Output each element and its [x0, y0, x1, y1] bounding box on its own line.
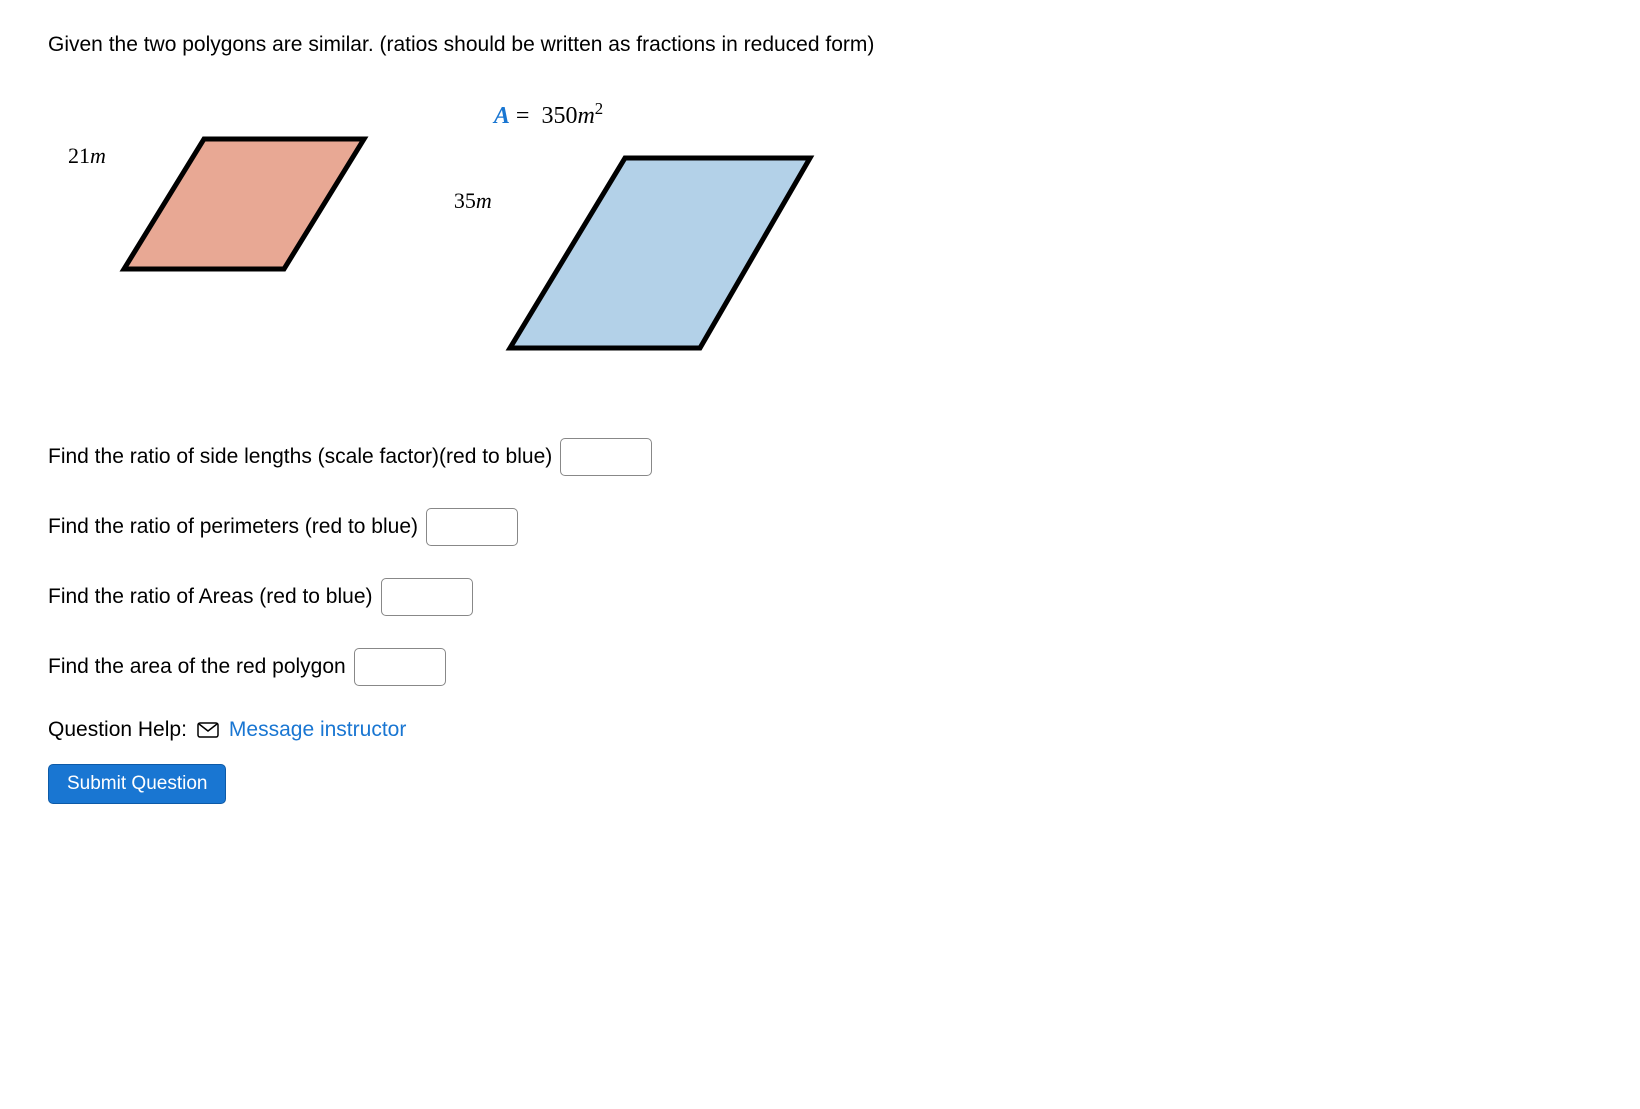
blue-side-label: 35m — [454, 148, 500, 214]
message-instructor-link[interactable]: Message instructor — [229, 718, 406, 742]
help-label: Question Help: — [48, 718, 187, 742]
scale-factor-input[interactable] — [560, 438, 652, 476]
mail-icon — [197, 722, 219, 738]
polygons-figure: 21m A = 350m2 35m — [48, 99, 1592, 358]
blue-polygon-group: A = 350m2 35m — [414, 99, 820, 358]
instruction-text: Given the two polygons are similar. (rat… — [48, 30, 1592, 59]
question-perimeter-ratio: Find the ratio of perimeters (red to blu… — [48, 508, 1592, 546]
q4-label: Find the area of the red polygon — [48, 655, 346, 679]
q1-label: Find the ratio of side lengths (scale fa… — [48, 445, 552, 469]
submit-button[interactable]: Submit Question — [48, 764, 226, 804]
question-area-ratio: Find the ratio of Areas (red to blue) — [48, 578, 1592, 616]
red-polygon-icon — [114, 129, 374, 279]
red-area-input[interactable] — [354, 648, 446, 686]
q2-label: Find the ratio of perimeters (red to blu… — [48, 515, 418, 539]
perimeter-ratio-input[interactable] — [426, 508, 518, 546]
question-red-area: Find the area of the red polygon — [48, 648, 1592, 686]
question-help-row: Question Help: Message instructor — [48, 718, 1592, 742]
area-label: A = 350m2 — [494, 99, 603, 130]
q3-label: Find the ratio of Areas (red to blue) — [48, 585, 373, 609]
question-scale-factor: Find the ratio of side lengths (scale fa… — [48, 438, 1592, 476]
area-ratio-input[interactable] — [381, 578, 473, 616]
blue-polygon-icon — [500, 148, 820, 358]
red-polygon-group: 21m — [68, 99, 374, 279]
red-side-label: 21m — [68, 129, 114, 169]
